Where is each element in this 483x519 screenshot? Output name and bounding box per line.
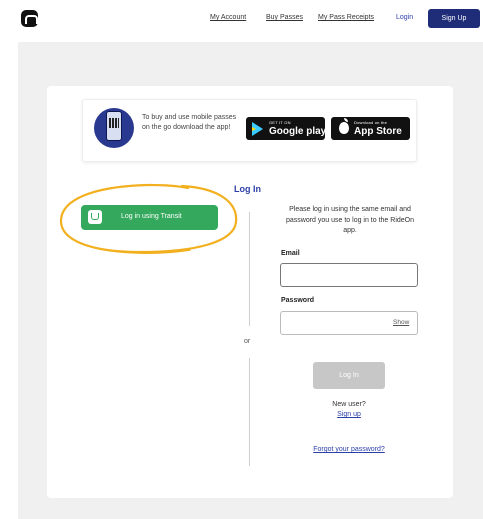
app-store-small-text: Download on the	[354, 120, 388, 125]
nav-link-my-account[interactable]: My Account	[210, 14, 246, 21]
nav-link-my-pass-receipts[interactable]: My Pass Receipts	[318, 14, 374, 21]
nav-link-login[interactable]: Login	[396, 14, 413, 21]
google-play-icon	[252, 122, 263, 136]
google-play-big-text: Google play	[269, 126, 327, 137]
app-download-text: To buy and use mobile passes on the go d…	[142, 114, 237, 131]
mobile-pass-phone-icon	[94, 108, 134, 148]
new-user-text: New user?	[332, 401, 366, 408]
forgot-password-link[interactable]: Forgot your password?	[290, 446, 408, 453]
login-with-transit-button[interactable]: Log in using Transit	[81, 205, 218, 230]
google-play-badge[interactable]: GET IT ON Google play	[246, 117, 327, 140]
password-field[interactable]	[281, 312, 387, 334]
app-store-badge[interactable]: Download on the App Store	[331, 117, 410, 140]
apple-icon	[339, 118, 349, 134]
or-separator: or	[244, 338, 251, 345]
email-label: Email	[281, 250, 300, 257]
google-play-small-text: GET IT ON	[269, 120, 291, 125]
password-label: Password	[281, 297, 315, 304]
login-title: Log In	[234, 184, 261, 194]
signup-link[interactable]: Sign up	[309, 411, 389, 418]
transit-logo-icon	[88, 210, 102, 224]
header-signup-button[interactable]: Sign Up	[428, 9, 480, 28]
nav-link-buy-passes[interactable]: Buy Passes	[266, 14, 303, 21]
vertical-divider	[249, 358, 250, 466]
top-navigation-bar: My Account Buy Passes My Pass Receipts L…	[0, 0, 483, 38]
login-submit-button[interactable]: Log In	[313, 362, 385, 389]
password-field-wrapper: Show	[280, 311, 418, 335]
m-logo-icon[interactable]	[21, 10, 38, 27]
show-password-toggle[interactable]: Show	[393, 319, 409, 326]
vertical-divider	[249, 212, 250, 326]
app-store-big-text: App Store	[354, 126, 402, 137]
login-instructions: Please log in using the same email and p…	[285, 206, 415, 234]
transit-button-label: Log in using Transit	[121, 213, 182, 220]
email-field[interactable]	[280, 263, 418, 287]
